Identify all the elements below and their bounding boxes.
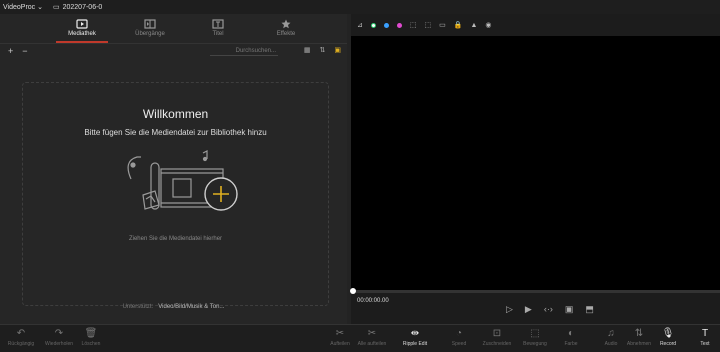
drag-hint: Ziehen Sie die Mediendatei hierher	[128, 236, 223, 242]
ripple-edit-button[interactable]: ⇹ Ripple Edit	[398, 328, 432, 347]
media-library-icon	[76, 19, 88, 29]
video-preview[interactable]	[351, 36, 720, 290]
color-dot-blue[interactable]	[383, 22, 389, 28]
tab-mediathek[interactable]: Mediathek	[48, 14, 116, 43]
scissors-icon: ✂	[335, 328, 345, 339]
scrubber-knob[interactable]	[350, 288, 356, 294]
motion-icon: ⬚	[530, 328, 540, 339]
color-icon: ◐	[567, 328, 575, 339]
title-bar: VideoProc ⌄ ▭ 202207-06-0	[0, 0, 720, 14]
layer-icon[interactable]: ▲	[470, 22, 477, 29]
tab-titel[interactable]: Titel	[184, 14, 252, 43]
supported-formats: Unterstützt: Video/Bild/Musik & Ton...	[122, 304, 225, 310]
ripple-edit-icon: ⇹	[410, 328, 420, 339]
mark-in-out-icon[interactable]: ‹·›	[544, 304, 553, 315]
project-name[interactable]: ▭ 202207-06-0	[52, 3, 102, 12]
transform-icon[interactable]: ▭	[439, 21, 446, 29]
add-media-button[interactable]: +	[8, 46, 13, 56]
welcome-heading: Willkommen	[142, 107, 209, 121]
motion-button[interactable]: ⬚ Bewegung	[518, 328, 552, 347]
text-icon: T	[701, 328, 709, 339]
text-button[interactable]: T Text	[690, 328, 720, 347]
color-dot-green[interactable]	[370, 22, 376, 28]
sort-icon[interactable]: ⇅	[320, 46, 326, 54]
undo-icon: ↶	[16, 328, 26, 339]
speed-button[interactable]: ◔ Speed	[442, 328, 476, 347]
color-dot-pink[interactable]	[396, 22, 402, 28]
panel-toggle-icon[interactable]: ▣	[334, 46, 341, 54]
add-media-illustration-icon[interactable]	[113, 149, 243, 229]
split-button[interactable]: ✂ Aufteilen	[323, 328, 357, 347]
crop-button[interactable]: ⊡ Zuschneiden	[480, 328, 514, 347]
redo-icon: ↷	[54, 328, 64, 339]
library-panel: Mediathek Übergänge Titel Effekte + − Du…	[0, 14, 347, 324]
search-input[interactable]: Durchsuchen...	[210, 46, 278, 56]
snapshot-icon[interactable]: ▣	[565, 304, 574, 315]
library-toolbar: + − Durchsuchen... ▦ ⇅ ▣	[0, 44, 347, 58]
speed-icon: ◔	[455, 328, 463, 339]
welcome-prompt: Bitte fügen Sie die Mediendatei zur Bibl…	[84, 128, 267, 137]
tab-uebergaenge[interactable]: Übergänge	[116, 14, 184, 43]
preview-toolbar: ⊿ ⬚ ⬚ ▭ 🔒 ▲ ◉	[351, 14, 720, 36]
preview-panel: ⊿ ⬚ ⬚ ▭ 🔒 ▲ ◉ 00:00:00.00 ▷ ▶ ‹·› ▣ ⬒	[350, 14, 720, 324]
playback-time: 00:00:00.00	[357, 298, 389, 304]
app-menu[interactable]: VideoProc ⌄	[3, 3, 43, 11]
select-icon[interactable]: ⬚	[410, 21, 417, 29]
transitions-icon	[144, 19, 156, 29]
undo-button[interactable]: ↶ Rückgängig	[4, 328, 38, 347]
color-button[interactable]: ◐ Farbe	[554, 328, 588, 347]
title-icon	[212, 19, 224, 29]
record-button[interactable]: 🎙 Record	[651, 328, 685, 347]
media-drop-zone[interactable]: Willkommen Bitte fügen Sie die Mediendat…	[22, 82, 329, 306]
tab-effekte[interactable]: Effekte	[252, 14, 320, 43]
split-all-button[interactable]: ✂ Alle aufteilen	[355, 328, 389, 347]
crop-icon[interactable]: ⬚	[425, 21, 432, 29]
microphone-icon: 🎙	[661, 328, 675, 339]
play-icon[interactable]: ▶	[525, 304, 532, 315]
edit-toolbar: ↶ Rückgängig ↷ Wiederholen 🗑 Löschen ✂ Aufte…	[0, 324, 720, 352]
visibility-icon[interactable]: ◉	[485, 21, 491, 29]
effects-icon	[281, 19, 291, 29]
lock-icon[interactable]: 🔒	[454, 21, 463, 29]
safe-area-icon[interactable]: ⊿	[357, 21, 363, 29]
redo-button[interactable]: ↷ Wiederholen	[42, 328, 76, 347]
playback-controls: ▷ ▶ ‹·› ▣ ⬒	[506, 304, 594, 315]
play-from-start-icon[interactable]: ▷	[506, 304, 513, 315]
export-frame-icon[interactable]: ⬒	[585, 304, 594, 315]
playback-scrubber[interactable]	[350, 288, 720, 294]
crop-tool-icon: ⊡	[492, 328, 502, 339]
grid-view-icon[interactable]: ▦	[304, 46, 311, 54]
library-tabs: Mediathek Übergänge Titel Effekte	[0, 14, 347, 44]
trash-icon: 🗑	[84, 328, 98, 339]
remove-media-button[interactable]: −	[22, 46, 27, 56]
split-all-icon: ✂	[367, 328, 377, 339]
folder-icon: ▭	[52, 4, 60, 11]
delete-button[interactable]: 🗑 Löschen	[74, 328, 108, 347]
